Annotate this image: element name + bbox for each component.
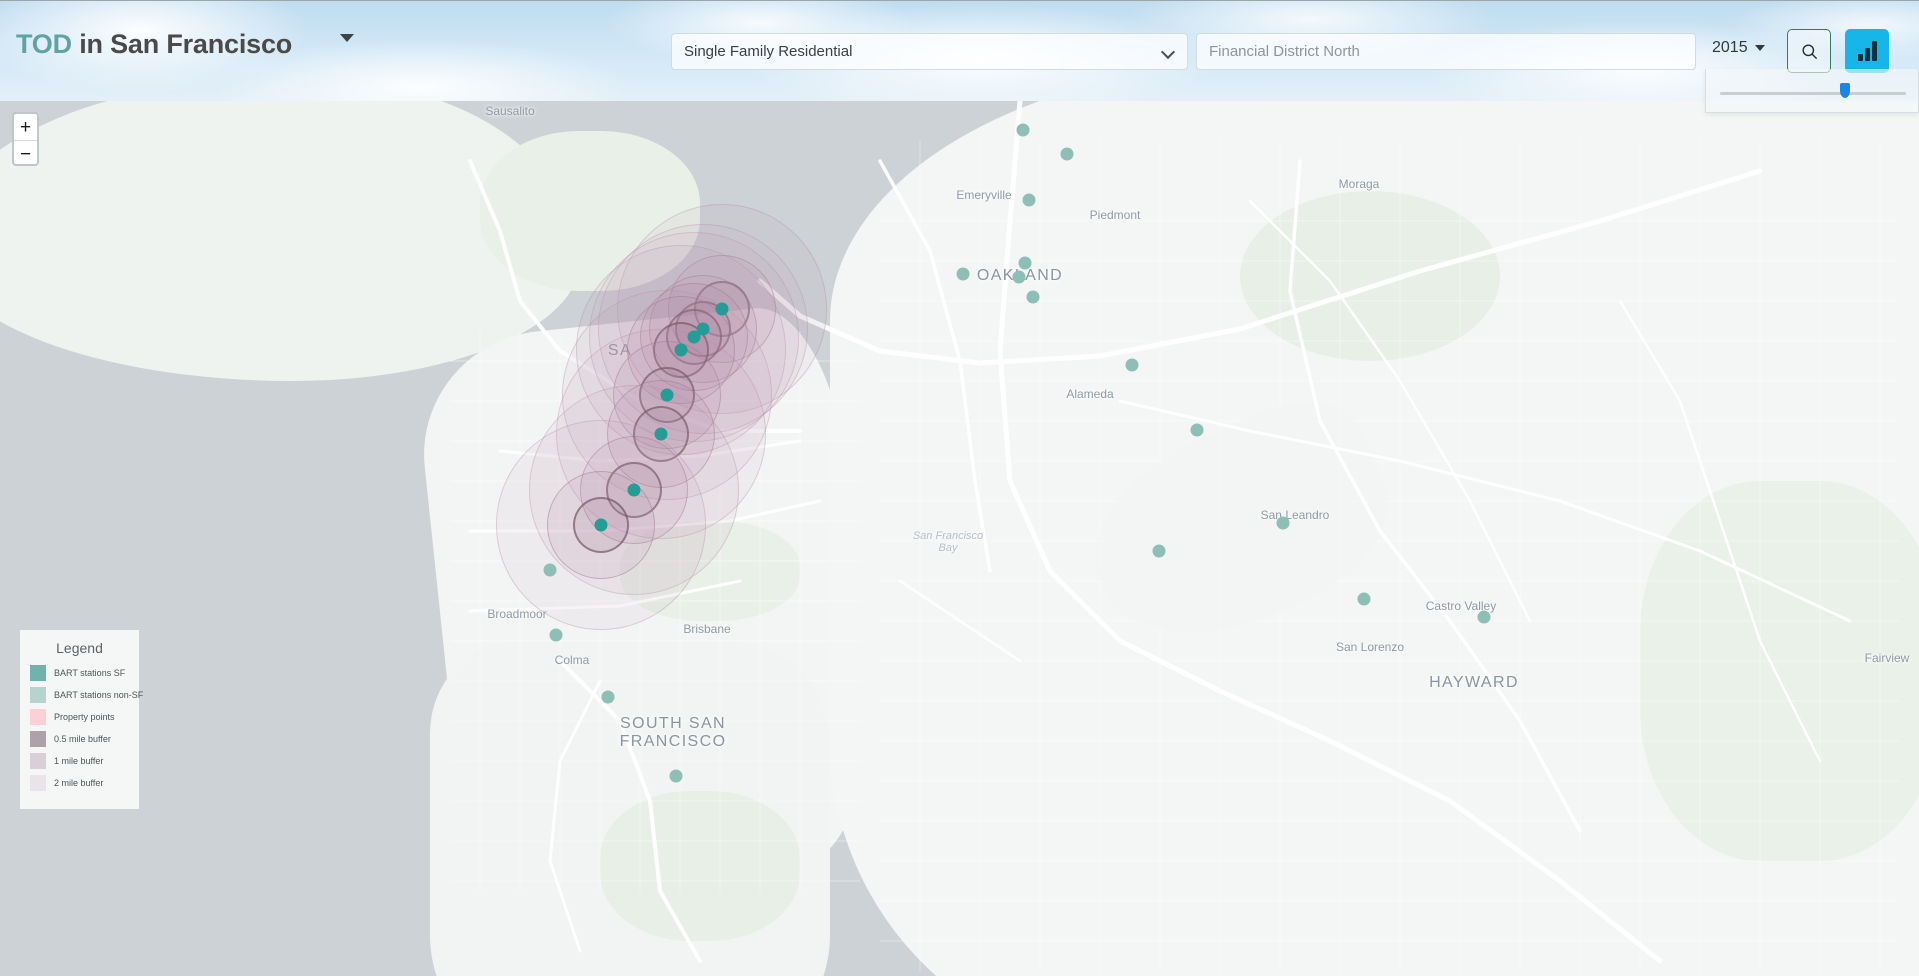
- map-canvas[interactable]: + − SausalitoEmeryvillePiedmontMoragaOAK…: [0, 101, 1919, 976]
- legend-title: Legend: [56, 640, 103, 656]
- search-icon: [1801, 43, 1817, 59]
- bart-station-sf-marker[interactable]: [594, 518, 608, 532]
- bart-station-non-sf-marker[interactable]: [1022, 193, 1036, 207]
- bart-station-non-sf-marker[interactable]: [1026, 290, 1040, 304]
- slider-handle-icon[interactable]: [1840, 83, 1850, 98]
- bart-station-sf-marker[interactable]: [627, 483, 641, 497]
- legend-item-label: BART stations non-SF: [54, 690, 144, 700]
- legend-item-label: 0.5 mile buffer: [54, 734, 111, 744]
- legend-item-label: 1 mile buffer: [54, 756, 104, 766]
- app-title: TOD in San Francisco: [16, 29, 292, 60]
- bart-station-non-sf-marker[interactable]: [1477, 610, 1491, 624]
- property-type-value: Single Family Residential: [684, 43, 853, 60]
- legend-item: BART stations non-SF: [30, 687, 143, 703]
- tod-dashboard: TOD in San Francisco Single Family Resid…: [0, 0, 1919, 976]
- bart-station-non-sf-marker[interactable]: [543, 563, 557, 577]
- app-title-accent: TOD: [16, 29, 72, 59]
- legend-item-label: 2 mile buffer: [54, 778, 104, 788]
- bart-station-non-sf-marker[interactable]: [956, 267, 970, 281]
- bart-station-sf-marker[interactable]: [660, 388, 674, 402]
- bart-station-non-sf-marker[interactable]: [1016, 123, 1030, 137]
- legend-item: Property points: [30, 709, 129, 725]
- year-slider-panel[interactable]: [1705, 69, 1919, 113]
- zoom-in-button[interactable]: +: [14, 114, 37, 141]
- legend-color-swatch: [30, 665, 46, 681]
- legend-item: 0.5 mile buffer: [30, 731, 129, 747]
- chart-toggle-button[interactable]: [1845, 29, 1889, 73]
- legend-item-label: Property points: [54, 712, 115, 722]
- legend-item: 1 mile buffer: [30, 753, 129, 769]
- search-button[interactable]: [1787, 29, 1831, 73]
- bart-station-non-sf-marker[interactable]: [1012, 270, 1026, 284]
- zoom-controls[interactable]: + −: [12, 112, 39, 166]
- bart-station-non-sf-marker[interactable]: [669, 769, 683, 783]
- year-value: 2015: [1712, 39, 1748, 56]
- caret-down-icon: [1754, 45, 1765, 51]
- bart-station-non-sf-marker[interactable]: [549, 628, 563, 642]
- bart-station-non-sf-marker[interactable]: [1060, 147, 1074, 161]
- bart-station-non-sf-marker[interactable]: [1152, 544, 1166, 558]
- bart-station-non-sf-marker[interactable]: [1190, 423, 1204, 437]
- property-type-select[interactable]: Single Family Residential: [671, 33, 1188, 70]
- bart-station-sf-marker[interactable]: [674, 343, 688, 357]
- bar-chart-icon: [1857, 41, 1877, 61]
- bart-station-non-sf-marker[interactable]: [1125, 358, 1139, 372]
- bart-station-sf-marker[interactable]: [715, 302, 729, 316]
- year-dropdown[interactable]: 2015: [1712, 39, 1765, 57]
- legend-color-swatch: [30, 775, 46, 791]
- bart-station-non-sf-marker[interactable]: [1357, 592, 1371, 606]
- bart-station-sf-marker[interactable]: [687, 330, 701, 344]
- map-legend: Legend BART stations SF BART stations non…: [20, 630, 143, 809]
- year-slider-track[interactable]: [1720, 83, 1906, 98]
- legend-item-label: BART stations SF: [54, 668, 126, 678]
- chevron-down-icon: [1160, 44, 1176, 60]
- legend-item: 2 mile buffer: [30, 775, 129, 791]
- legend-color-swatch: [30, 709, 46, 725]
- legend-color-swatch: [30, 753, 46, 769]
- legend-items: BART stations SF BART stations non-SF Prop…: [30, 665, 143, 791]
- legend-color-swatch: [30, 731, 46, 747]
- caret-down-icon[interactable]: [340, 34, 354, 42]
- bart-station-non-sf-marker[interactable]: [1276, 516, 1290, 530]
- bart-station-non-sf-marker[interactable]: [1018, 256, 1032, 270]
- bart-station-sf-marker[interactable]: [654, 427, 668, 441]
- search-input[interactable]: [1196, 33, 1696, 70]
- legend-color-swatch: [30, 687, 46, 703]
- app-title-rest: in San Francisco: [71, 29, 293, 59]
- header-content: TOD in San Francisco Single Family Resid…: [0, 1, 1919, 101]
- zoom-out-button[interactable]: −: [14, 141, 37, 168]
- map-roads: [450, 101, 1900, 971]
- app-header: TOD in San Francisco Single Family Resid…: [0, 0, 1919, 101]
- bart-station-non-sf-marker[interactable]: [601, 690, 615, 704]
- legend-item: BART stations SF: [30, 665, 129, 681]
